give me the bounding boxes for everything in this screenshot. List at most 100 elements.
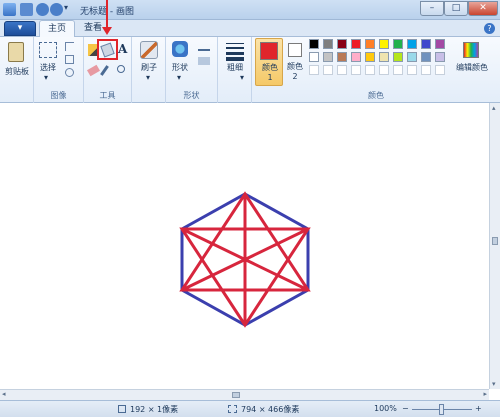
minimize-button[interactable]: – (420, 1, 444, 16)
palette-swatch[interactable] (309, 52, 319, 62)
eraser-icon[interactable] (86, 64, 101, 77)
shapes-icon[interactable] (172, 41, 188, 57)
custom-color-slot[interactable] (365, 65, 375, 75)
palette-swatch[interactable] (435, 52, 445, 62)
annotation-arrow (106, 0, 108, 28)
vertical-scroll-thumb[interactable] (492, 237, 498, 245)
select-icon[interactable] (39, 42, 57, 58)
fill-highlight-box (97, 39, 118, 60)
colors-group-label: 颜色 (368, 91, 384, 100)
palette-swatch[interactable] (435, 39, 445, 49)
custom-color-slot[interactable] (379, 65, 389, 75)
custom-color-slot[interactable] (421, 65, 431, 75)
zoom-in-button[interactable]: + (475, 404, 482, 413)
palette-swatch[interactable] (337, 39, 347, 49)
cursor-position-icon (118, 405, 126, 413)
scroll-left-arrow[interactable]: ◂ (2, 390, 6, 398)
ribbon-tab-bar: ▾ 主页 查看 ? (0, 20, 500, 37)
ribbon-panel: 剪贴板 选择 ▾ 图像 A 工具 刷子 ▾ 形状 ▾ 形状 粗细 ▾ 颜色 1 … (0, 37, 500, 103)
palette-swatch[interactable] (351, 52, 361, 62)
edit-colors-button[interactable]: 编辑颜色 (450, 38, 494, 86)
shapes-label[interactable]: 形状 (166, 62, 194, 73)
help-icon[interactable]: ? (484, 23, 495, 34)
tab-home[interactable]: 主页 (39, 20, 76, 37)
custom-color-slot[interactable] (351, 65, 361, 75)
maximize-button[interactable]: □ (444, 1, 468, 16)
brushes-group: 刷子 ▾ (132, 37, 166, 103)
color-picker-icon[interactable] (100, 65, 109, 76)
palette-swatch[interactable] (407, 39, 417, 49)
clipboard-group: 剪贴板 (0, 37, 34, 103)
image-group: 选择 ▾ 图像 (34, 37, 84, 103)
save-icon[interactable] (20, 3, 33, 16)
outline-icon[interactable] (198, 43, 210, 51)
zoom-slider-thumb[interactable] (439, 404, 444, 415)
redo-icon[interactable] (50, 3, 63, 16)
palette-swatch[interactable] (365, 52, 375, 62)
palette-swatch[interactable] (365, 39, 375, 49)
resize-icon[interactable] (65, 55, 74, 64)
line-width-icon[interactable] (226, 41, 244, 61)
palette-swatch[interactable] (323, 39, 333, 49)
color1-button[interactable]: 颜色 1 (255, 38, 283, 86)
undo-icon[interactable] (36, 3, 49, 16)
palette-swatch[interactable] (351, 39, 361, 49)
status-bar: 192 × 1像素 794 × 466像素 100% − + (0, 400, 500, 417)
annotation-arrowhead (102, 27, 112, 35)
drawing-canvas[interactable] (0, 103, 489, 389)
palette-swatch[interactable] (393, 52, 403, 62)
custom-color-slot[interactable] (407, 65, 417, 75)
vertical-scrollbar[interactable]: ▴ ▾ (489, 103, 500, 389)
colors-group: 颜色 1 颜色 2 编辑颜色 颜色 (252, 37, 500, 103)
custom-color-slot[interactable] (323, 65, 333, 75)
palette-swatch[interactable] (309, 39, 319, 49)
custom-color-slot[interactable] (393, 65, 403, 75)
customize-quick-access-icon[interactable]: ▾ (64, 3, 72, 16)
custom-color-slot[interactable] (309, 65, 319, 75)
clipboard-icon[interactable] (8, 42, 24, 62)
palette-swatch[interactable] (407, 52, 417, 62)
select-dropdown-icon: ▾ (44, 73, 49, 82)
color1-swatch (260, 42, 278, 60)
paint-app-icon[interactable] (3, 3, 16, 16)
brush-icon[interactable] (140, 41, 158, 59)
select-label[interactable]: 选择 (34, 62, 62, 73)
crop-icon[interactable] (65, 42, 74, 51)
scroll-up-arrow[interactable]: ▴ (492, 104, 496, 112)
palette-swatch[interactable] (421, 39, 431, 49)
palette-swatch[interactable] (337, 52, 347, 62)
paint-menu-arrow: ▾ (17, 23, 23, 33)
scroll-down-arrow[interactable]: ▾ (492, 380, 496, 388)
custom-color-slot[interactable] (435, 65, 445, 75)
palette-swatch[interactable] (379, 52, 389, 62)
fill-icon[interactable] (198, 57, 210, 65)
title-bar: ▾ 无标题 - 画图 – □ ✕ (0, 0, 500, 20)
palette-swatch[interactable] (393, 39, 403, 49)
shapes-group-label: 形状 (183, 91, 200, 100)
palette-swatch[interactable] (379, 39, 389, 49)
paint-menu-button[interactable]: ▾ (4, 21, 36, 36)
palette-swatch[interactable] (323, 52, 333, 62)
color2-label: 颜色 2 (287, 62, 303, 81)
color2-swatch (288, 43, 302, 57)
color2-button[interactable]: 颜色 2 (285, 38, 309, 86)
text-tool-icon[interactable]: A (118, 42, 127, 56)
edit-colors-icon (463, 42, 479, 58)
star-lines (179, 191, 311, 328)
brushes-label[interactable]: 刷子 (134, 62, 164, 73)
image-group-label: 图像 (50, 91, 67, 100)
clipboard-label[interactable]: 剪贴板 (2, 66, 32, 77)
zoom-out-button[interactable]: − (402, 404, 409, 413)
scroll-right-arrow[interactable]: ▸ (483, 390, 487, 398)
palette-swatch[interactable] (421, 52, 431, 62)
size-dropdown-icon: ▾ (240, 73, 245, 82)
rotate-icon[interactable] (65, 68, 74, 77)
zoom-level: 100% (374, 404, 397, 413)
custom-color-slot[interactable] (337, 65, 347, 75)
close-button[interactable]: ✕ (468, 1, 498, 16)
horizontal-scrollbar[interactable]: ◂ ▸ (0, 389, 489, 400)
color1-label: 颜色 1 (262, 63, 278, 82)
magnifier-icon[interactable] (117, 65, 125, 73)
horizontal-scroll-thumb[interactable] (232, 392, 240, 398)
size-label[interactable]: 粗细 (227, 62, 243, 73)
